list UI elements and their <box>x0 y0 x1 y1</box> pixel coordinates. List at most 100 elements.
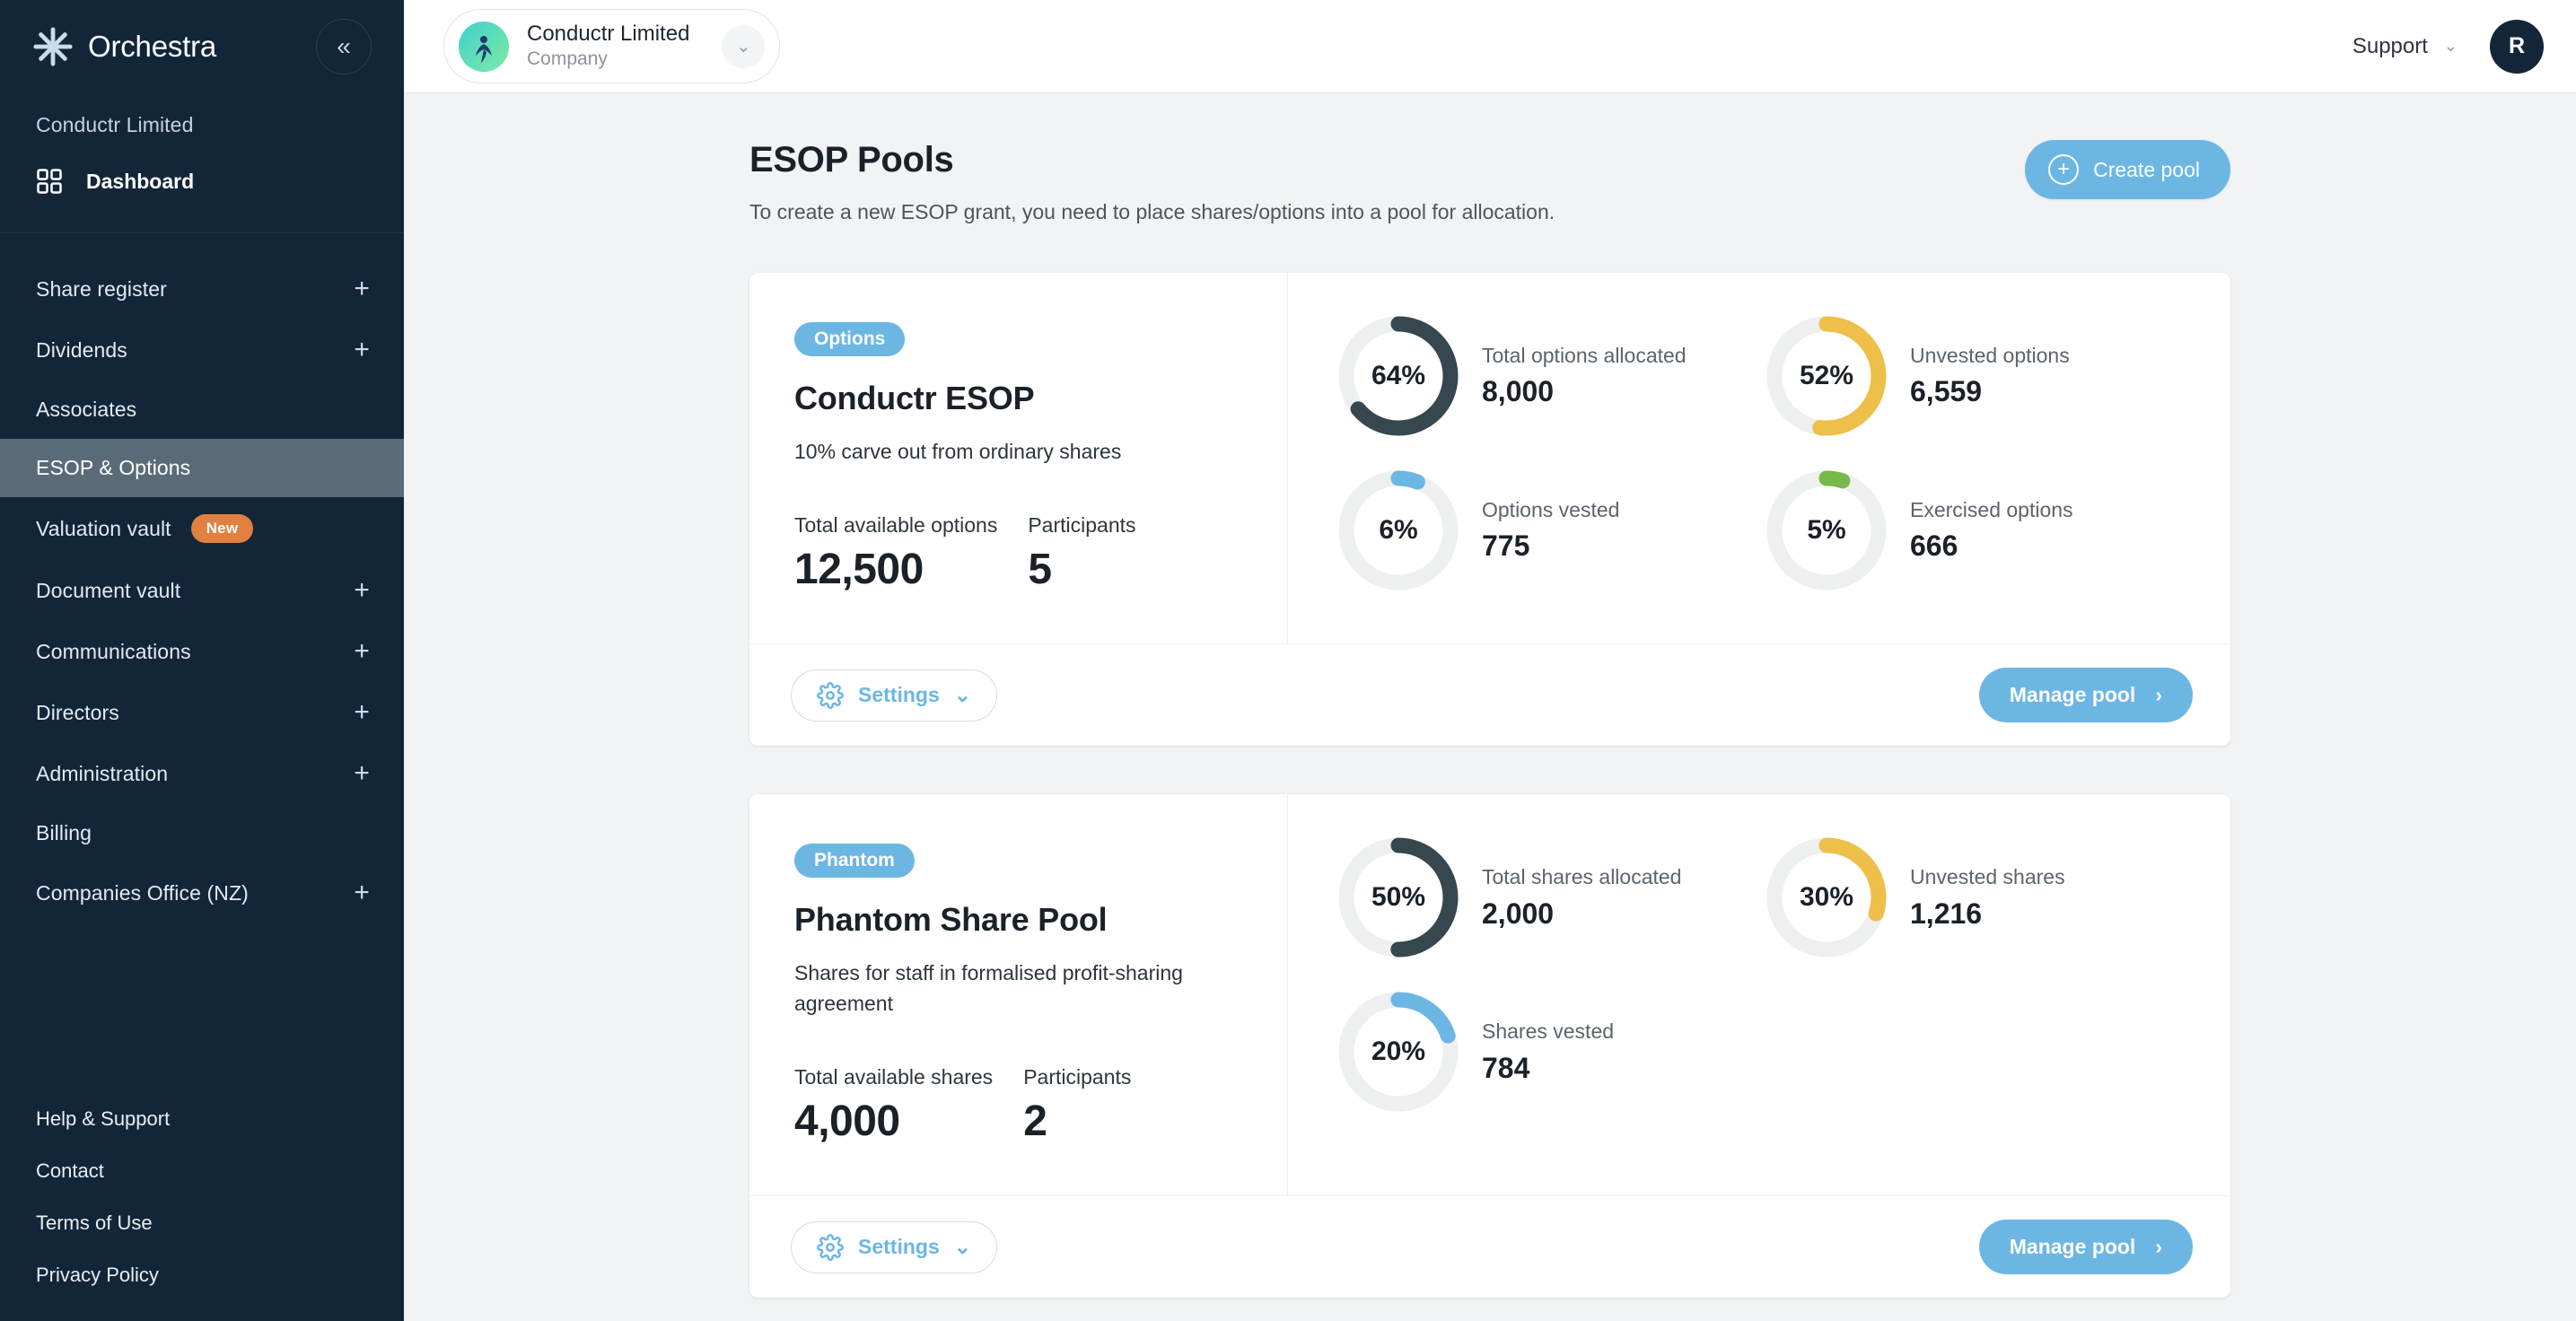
sidebar-item-dividends[interactable]: Dividends + <box>0 319 404 381</box>
sidebar-item-label: Share register <box>36 277 167 302</box>
support-menu[interactable]: Support ⌄ <box>2353 34 2458 59</box>
manage-pool-button[interactable]: Manage pool› <box>1979 1220 2193 1274</box>
donut-chart: 50% <box>1338 837 1459 958</box>
donut-chart: 5% <box>1766 470 1887 591</box>
plus-circle-icon: + <box>2048 154 2079 185</box>
pool-metric: 5% Exercised options666 <box>1766 470 2195 591</box>
page-subtitle: To create a new ESOP grant, you need to … <box>749 200 1555 224</box>
pool-stat-value: 12,500 <box>794 545 997 594</box>
sidebar-item-billing[interactable]: Billing <box>0 804 404 862</box>
pool-card: OptionsConductr ESOP10% carve out from o… <box>749 273 2230 746</box>
donut-chart: 52% <box>1766 316 1887 436</box>
pool-card-summary: Phantom Phantom Share Pool Shares for staf… <box>749 794 1288 1195</box>
sidebar-company-name: Conductr Limited <box>0 93 404 137</box>
pool-description: Shares for staff in formalised profit-sh… <box>794 958 1216 1019</box>
sidebar-item-document-vault[interactable]: Document vault+ <box>0 560 404 621</box>
sidebar: Orchestra « Conductr Limited Dashboard <box>0 0 404 1321</box>
new-badge: New <box>191 514 254 543</box>
sidebar-item-label: Directors <box>36 701 119 725</box>
sidebar-dashboard-label: Dashboard <box>86 170 194 194</box>
sidebar-item-associates[interactable]: Associates <box>0 381 404 439</box>
top-bar-right: Support ⌄ R <box>2353 20 2544 74</box>
user-avatar[interactable]: R <box>2490 20 2544 74</box>
plus-icon[interactable]: + <box>354 638 370 665</box>
plus-icon[interactable]: + <box>354 760 370 787</box>
gear-icon <box>817 1234 844 1261</box>
donut-chart: 30% <box>1766 837 1887 958</box>
pool-settings-button[interactable]: Settings⌄ <box>791 669 997 722</box>
sidebar-item-left: ESOP & Options <box>36 456 190 480</box>
pool-settings-label: Settings <box>858 1235 940 1259</box>
plus-icon[interactable]: + <box>354 577 370 604</box>
pool-metric-label: Total options allocated <box>1482 343 1687 369</box>
donut-percent-label: 30% <box>1766 837 1887 958</box>
donut-percent-label: 52% <box>1766 316 1887 436</box>
donut-chart: 20% <box>1338 992 1459 1112</box>
pool-metric-label: Exercised options <box>1910 497 2073 523</box>
chevron-down-icon: ⌄ <box>954 683 971 707</box>
sidebar-item-companies-office-nz[interactable]: Companies Office (NZ)+ <box>0 862 404 923</box>
plus-icon[interactable]: + <box>354 699 370 726</box>
pool-metric-text: Options vested775 <box>1482 497 1619 564</box>
sidebar-item-administration[interactable]: Administration + <box>0 743 404 804</box>
create-pool-button[interactable]: + Create pool <box>2025 140 2230 199</box>
pool-card: Phantom Phantom Share Pool Shares for staf… <box>749 794 2230 1298</box>
chevron-down-icon[interactable]: ⌄ <box>722 25 765 68</box>
pool-stat: Total available shares4,000 <box>794 1065 993 1146</box>
pool-metric-label: Options vested <box>1482 497 1619 523</box>
pool-stat-label: Participants <box>1028 513 1135 538</box>
sidebar-footer-link-privacy-policy[interactable]: Privacy Policy <box>0 1249 404 1301</box>
pool-card-metrics: 50%Total shares allocated2,00030%Unveste… <box>1288 794 2230 1195</box>
sidebar-item-valuation-vault[interactable]: Valuation vaultNew <box>0 497 404 560</box>
sidebar-footer-link-contact[interactable]: Contact <box>0 1145 404 1197</box>
donut-percent-label: 6% <box>1338 470 1459 591</box>
sidebar-item-label: Dividends <box>36 338 127 363</box>
pool-card-summary: OptionsConductr ESOP10% carve out from o… <box>749 273 1288 643</box>
sidebar-item-share-register[interactable]: Share register + <box>0 258 404 319</box>
chevron-down-icon: ⌄ <box>954 1235 971 1259</box>
page-header-text: ESOP Pools To create a new ESOP grant, y… <box>749 140 1555 224</box>
manage-pool-button[interactable]: Manage pool› <box>1979 668 2193 722</box>
sidebar-footer-link-terms-of-use[interactable]: Terms of Use <box>0 1197 404 1249</box>
page-title: ESOP Pools <box>749 140 1555 180</box>
sidebar-item-communications[interactable]: Communications + <box>0 621 404 682</box>
plus-icon[interactable]: + <box>354 337 370 363</box>
pool-settings-button[interactable]: Settings ⌄ <box>791 1221 997 1273</box>
pool-card-footer: Settings⌄ Manage pool› <box>749 643 2230 746</box>
company-switcher-type: Company <box>527 48 689 71</box>
plus-icon[interactable]: + <box>354 276 370 302</box>
pool-metric-text: Exercised options666 <box>1910 497 2073 564</box>
pool-name: Phantom Share Pool <box>794 901 1242 939</box>
page-header: ESOP Pools To create a new ESOP grant, y… <box>749 140 2230 224</box>
sidebar-item-label: Associates <box>36 398 136 422</box>
pool-stat-value: 2 <box>1023 1097 1131 1146</box>
pool-metric: 20%Shares vested784 <box>1338 992 1766 1112</box>
sidebar-item-esop-options[interactable]: ESOP & Options <box>0 439 404 497</box>
brand-left: Orchestra <box>32 26 216 67</box>
sidebar-item-label: Communications <box>36 640 191 664</box>
donut-percent-label: 50% <box>1338 837 1459 958</box>
chevron-down-icon: ⌄ <box>2444 37 2458 56</box>
orchestra-logo-icon <box>32 26 74 67</box>
sidebar-item-label: ESOP & Options <box>36 456 190 480</box>
sidebar-item-directors[interactable]: Directors + <box>0 682 404 743</box>
create-pool-label: Create pool <box>2093 158 2200 182</box>
pool-card-list: OptionsConductr ESOP10% carve out from o… <box>749 273 2230 1298</box>
pool-type-tag: Phantom <box>794 844 915 878</box>
sidebar-brand: Orchestra « <box>0 0 404 93</box>
pool-stat-label: Participants <box>1023 1065 1131 1089</box>
manage-pool-label: Manage pool <box>2010 683 2136 707</box>
sidebar-item-left: Administration <box>36 762 168 786</box>
collapse-sidebar-button[interactable]: « <box>316 19 372 74</box>
pool-metric-text: Unvested options6,559 <box>1910 343 2070 410</box>
company-switcher[interactable]: Conductr Limited Company ⌄ <box>443 9 780 83</box>
pool-description: 10% carve out from ordinary shares <box>794 437 1216 467</box>
plus-icon[interactable]: + <box>354 879 370 906</box>
pool-metric: 50%Total shares allocated2,000 <box>1338 837 1766 958</box>
sidebar-footer: Help & SupportContactTerms of UsePrivacy… <box>0 1093 404 1321</box>
sidebar-footer-link-help-support[interactable]: Help & Support <box>0 1093 404 1145</box>
pool-metric-value: 6,559 <box>1910 373 2070 409</box>
sidebar-item-dashboard[interactable]: Dashboard <box>0 137 404 225</box>
company-switcher-name: Conductr Limited <box>527 21 689 48</box>
pool-metric-value: 784 <box>1482 1050 1614 1086</box>
